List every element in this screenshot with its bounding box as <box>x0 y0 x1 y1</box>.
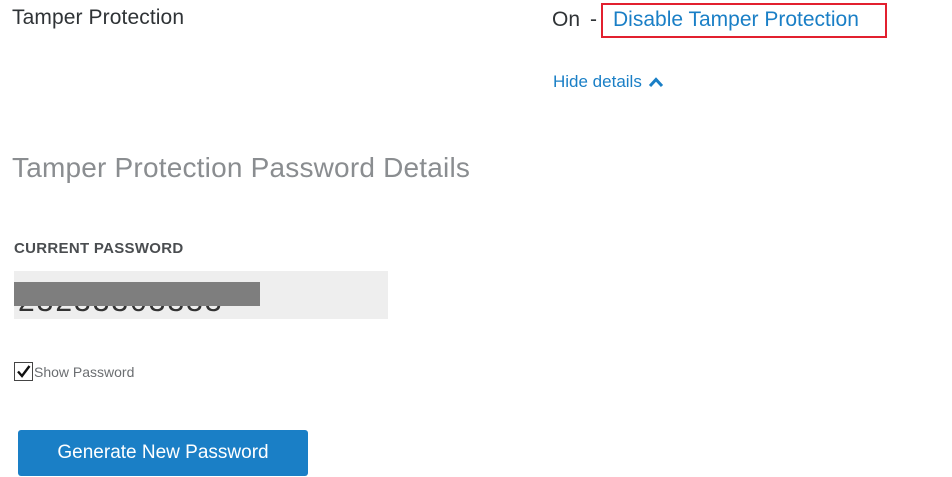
current-password-field[interactable]: 23233303333 <box>14 271 388 319</box>
password-details-title: Tamper Protection Password Details <box>12 152 471 183</box>
current-password-label: CURRENT PASSWORD <box>14 240 184 257</box>
show-password-label: Show Password <box>34 363 135 380</box>
show-password-checkbox[interactable] <box>14 362 33 381</box>
tamper-protection-panel: Tamper Protection On - Disable Tamper Pr… <box>0 0 952 477</box>
hide-details-toggle[interactable]: Hide details <box>553 72 664 92</box>
status-separator: - <box>590 8 598 31</box>
chevron-up-icon <box>648 77 663 88</box>
show-password-option[interactable]: Show Password <box>14 362 134 381</box>
generate-new-password-button[interactable]: Generate New Password <box>18 430 308 476</box>
tamper-protection-label: Tamper Protection <box>12 6 185 29</box>
checkmark-icon <box>17 365 31 378</box>
tamper-protection-status: On <box>552 8 581 31</box>
disable-tamper-protection-link[interactable]: Disable Tamper Protection <box>601 2 887 38</box>
tamper-protection-status-row: On - Disable Tamper Protection <box>552 2 887 38</box>
redaction-bar <box>14 282 260 306</box>
hide-details-label: Hide details <box>553 72 642 91</box>
